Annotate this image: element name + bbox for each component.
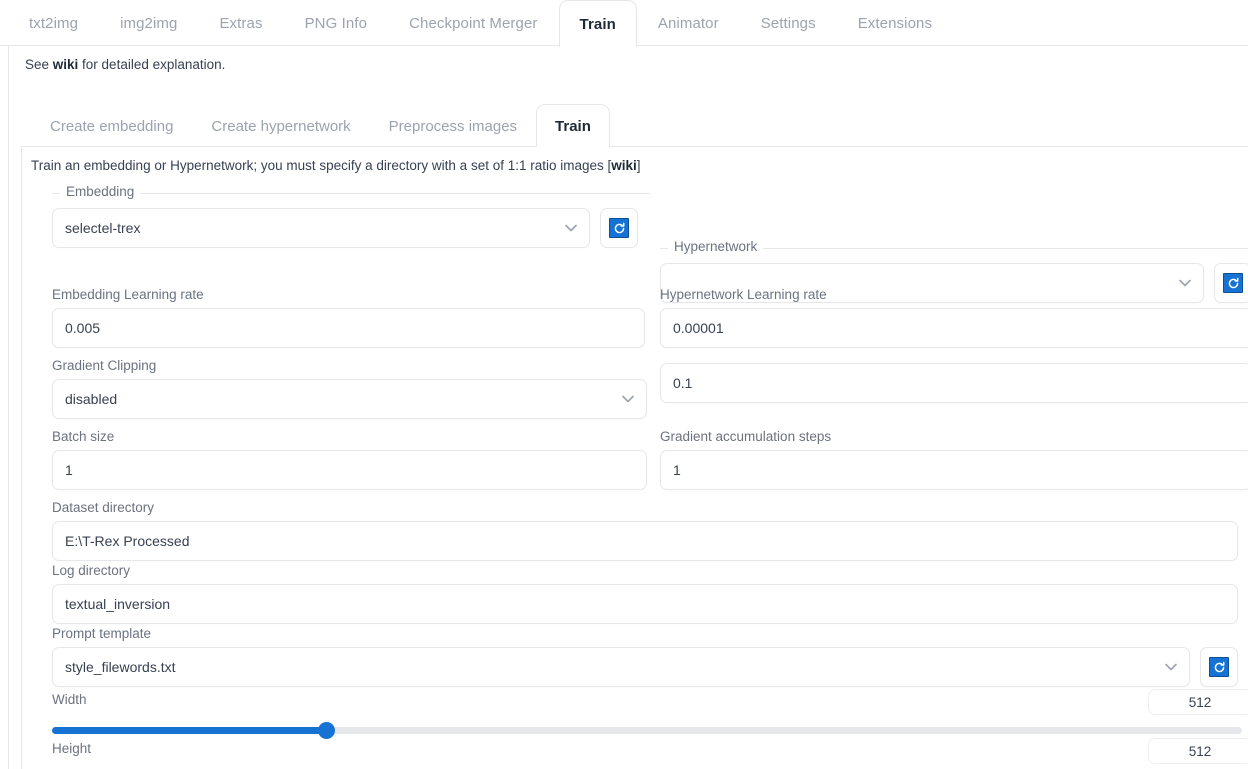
gradient-clipping-select[interactable]: disabled [52,379,647,419]
embedding-group: Embedding selectel-trex [52,184,650,248]
log-directory-group: Log directory textual_inversion [52,563,1238,624]
embedding-select[interactable]: selectel-trex [52,208,590,248]
top-tab-settings[interactable]: Settings [740,0,837,46]
train-form: Embedding selectel-trex Hypernetwork Emb… [22,183,1248,769]
hypernetwork-lr-input[interactable]: 0.00001 [660,308,1248,348]
gradient-clipping-group: Gradient Clipping disabled [52,358,647,419]
row-gradient-clipping: Gradient Clipping disabled 0.1 [22,358,1248,429]
width-number-input[interactable]: 512 [1148,689,1248,715]
batch-size-group: Batch size 1 [52,429,647,490]
train-panel-wrapper: Create embedding Create hypernetwork Prepr… [21,100,1248,769]
wiki-hint-prefix: See [25,57,53,72]
log-directory-value: textual_inversion [65,596,171,612]
width-slider[interactable] [52,722,1242,739]
row-height-slider: Height 512 [22,738,1248,769]
row-learning-rates: Embedding Learning rate 0.005 Hypernetwo… [22,287,1248,358]
embedding-select-value: selectel-trex [65,220,141,236]
embedding-lr-input[interactable]: 0.005 [52,308,645,348]
height-value: 512 [1188,743,1212,759]
gradient-accumulation-group: Gradient accumulation steps 1 [660,429,1248,490]
height-number-input[interactable]: 512 [1148,738,1248,764]
row-prompt-template: Prompt template style_filewords.txt [22,626,1248,692]
panel-description-suffix: ] [636,158,641,173]
top-tab-animator[interactable]: Animator [637,0,740,46]
batch-size-value: 1 [65,462,73,478]
embedding-lr-value: 0.005 [65,320,101,336]
top-tab-checkpoint-merger[interactable]: Checkpoint Merger [388,0,558,46]
row-log-directory: Log directory textual_inversion [22,563,1248,626]
top-tab-train[interactable]: Train [558,0,637,47]
sub-tab-create-embedding[interactable]: Create embedding [31,106,192,146]
wiki-hint-suffix: for detailed explanation. [78,57,226,72]
refresh-icon [1209,657,1229,677]
prompt-template-label: Prompt template [52,626,152,641]
chevron-down-icon [1179,279,1191,287]
top-tab-img2img[interactable]: img2img [99,0,198,46]
wiki-hint-line: See wiki for detailed explanation. [25,57,225,72]
gradient-clipping-value-group: 0.1 [660,358,1248,403]
batch-size-input[interactable]: 1 [52,450,647,490]
refresh-icon [609,218,629,238]
row-dataset-directory: Dataset directory E:\T-Rex Processed [22,500,1248,563]
dataset-directory-input[interactable]: E:\T-Rex Processed [52,521,1238,561]
hypernetwork-lr-group: Hypernetwork Learning rate 0.00001 [660,287,1248,348]
sub-tab-preprocess-images[interactable]: Preprocess images [370,106,536,146]
top-tab-png-info[interactable]: PNG Info [284,0,389,46]
gradient-accumulation-input[interactable]: 1 [660,450,1248,490]
batch-size-label: Batch size [52,429,115,444]
panel-wiki-link[interactable]: wiki [611,158,637,173]
width-value: 512 [1188,694,1212,710]
height-label: Height [52,741,92,756]
gradient-clipping-value: disabled [65,391,118,407]
embedding-lr-label: Embedding Learning rate [52,287,204,302]
log-directory-label: Log directory [52,563,131,578]
prompt-template-group: Prompt template style_filewords.txt [52,626,1238,687]
chevron-down-icon [565,224,577,232]
gradient-accumulation-label: Gradient accumulation steps [660,429,832,444]
gradient-clipping-value-text: 0.1 [673,375,693,391]
hypernetwork-lr-label: Hypernetwork Learning rate [660,287,827,302]
top-tabs-list: txt2img img2img Extras PNG Info Checkpoint M… [8,0,953,47]
dataset-directory-group: Dataset directory E:\T-Rex Processed [52,500,1238,561]
width-label: Width [52,692,87,707]
width-slider-fill [52,727,326,734]
top-tab-extras[interactable]: Extras [198,0,283,46]
chevron-down-icon [1165,663,1177,671]
content-frame: See wiki for detailed explanation. Creat… [8,46,1248,769]
chevron-down-icon [622,395,634,403]
dataset-directory-label: Dataset directory [52,500,155,515]
gradient-clipping-value-input[interactable]: 0.1 [660,363,1248,403]
embedding-group-legend: Embedding [60,184,141,199]
top-tab-extensions[interactable]: Extensions [837,0,953,46]
sub-tab-train[interactable]: Train [536,104,610,147]
train-panel: Train an embedding or Hypernetwork; you … [21,146,1248,769]
gradient-clipping-label: Gradient Clipping [52,358,157,373]
row-width-slider: Width 512 [22,689,1248,741]
log-directory-input[interactable]: textual_inversion [52,584,1238,624]
row-model-select: Embedding selectel-trex Hypernetwork [22,183,1248,303]
top-tab-bar: txt2img img2img Extras PNG Info Checkpoint M… [0,0,1248,47]
app-root: txt2img img2img Extras PNG Info Checkpoint M… [0,0,1248,769]
dataset-directory-value: E:\T-Rex Processed [65,533,190,549]
panel-description-text: Train an embedding or Hypernetwork; you … [31,158,612,173]
hypernetwork-lr-value: 0.00001 [673,320,724,336]
prompt-template-value: style_filewords.txt [65,659,176,675]
hypernetwork-group-legend: Hypernetwork [668,239,764,254]
gradient-accumulation-value: 1 [673,462,681,478]
row-batch: Batch size 1 Gradient accumulation steps… [22,429,1248,500]
embedding-lr-group: Embedding Learning rate 0.005 [52,287,645,348]
wiki-link[interactable]: wiki [53,57,79,72]
sub-tab-create-hypernetwork[interactable]: Create hypernetwork [192,106,369,146]
sub-tabs-list: Create embedding Create hypernetwork Prepr… [21,100,1248,147]
prompt-template-refresh-button[interactable] [1200,647,1238,687]
top-tab-txt2img[interactable]: txt2img [8,0,99,46]
prompt-template-select[interactable]: style_filewords.txt [52,647,1190,687]
panel-description: Train an embedding or Hypernetwork; you … [31,158,641,173]
width-slider-thumb[interactable] [317,722,335,739]
embedding-refresh-button[interactable] [600,208,638,248]
